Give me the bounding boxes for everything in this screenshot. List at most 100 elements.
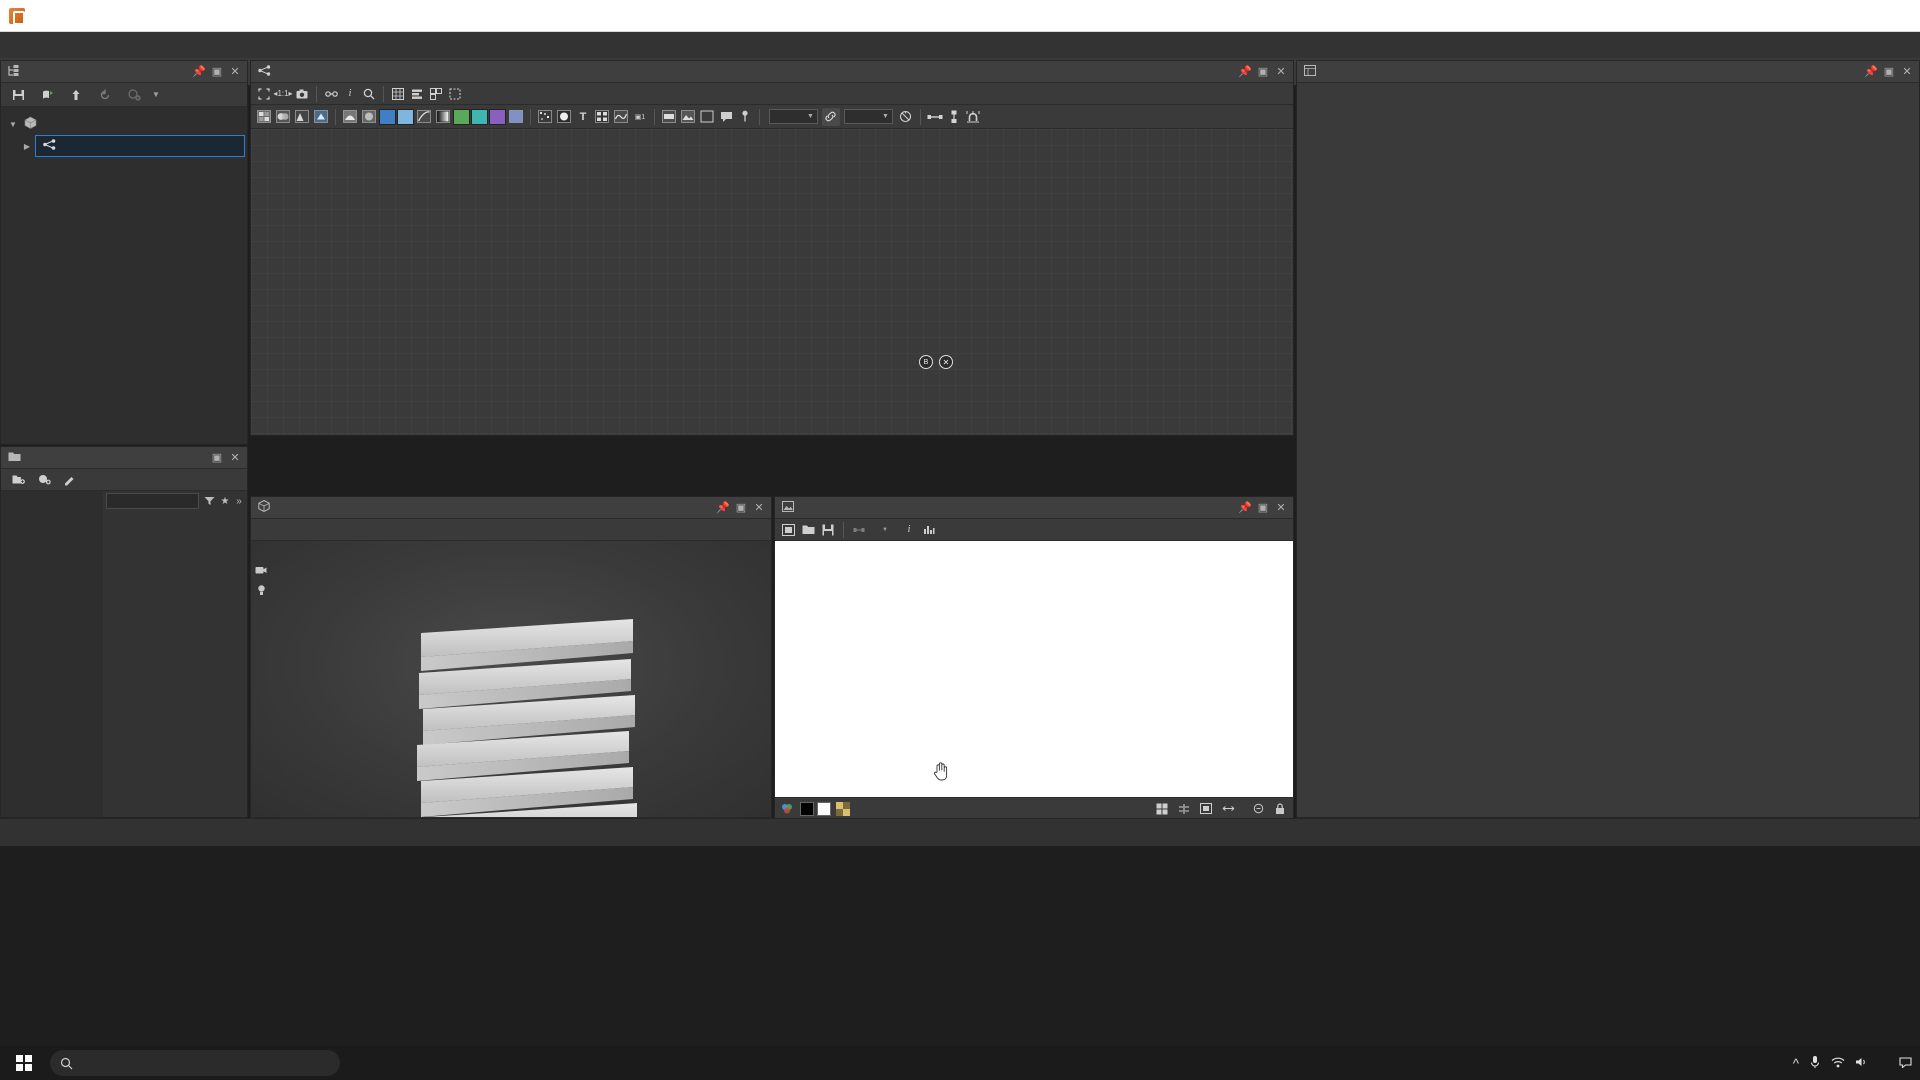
menu-edit[interactable]	[30, 41, 54, 49]
info-icon[interactable]: i	[900, 521, 918, 539]
pin-icon[interactable]: 📌	[191, 64, 207, 80]
close-button[interactable]	[1874, 0, 1920, 32]
menu-file[interactable]	[6, 41, 30, 49]
info-icon[interactable]: i	[341, 85, 359, 103]
taskbar-search-box[interactable]	[50, 1050, 340, 1076]
explorer-graph-selected[interactable]	[35, 135, 245, 157]
node-category-levels-icon[interactable]	[293, 108, 311, 126]
uv-channel-selector[interactable]: ▼	[870, 521, 898, 539]
pin-icon[interactable]: 📌	[715, 500, 731, 516]
nodes-icon[interactable]	[945, 108, 963, 126]
edit-icon[interactable]	[57, 468, 83, 492]
atomic-node-blur-icon[interactable]	[360, 108, 378, 126]
save-package-icon[interactable]	[5, 83, 31, 107]
zoom-reset-icon[interactable]	[1249, 800, 1267, 818]
atomic-node-shape-icon[interactable]	[555, 108, 573, 126]
atomic-node-filter-icon[interactable]	[660, 108, 678, 126]
frame-icon[interactable]	[446, 85, 464, 103]
color-swatch-teal-icon[interactable]	[471, 108, 488, 125]
view3d-viewport[interactable]	[251, 541, 771, 817]
more-icon[interactable]: »	[234, 489, 244, 513]
maximize-panel-icon[interactable]: ▣	[1255, 64, 1271, 80]
fit-icon[interactable]	[779, 521, 797, 539]
parent-size-width-combo[interactable]: ▼	[769, 109, 818, 124]
parent-size-height-combo[interactable]: ▼	[843, 109, 893, 124]
new-resource-icon[interactable]	[121, 83, 147, 107]
node-category-uniform-icon[interactable]	[255, 108, 273, 126]
atomic-node-warp-icon[interactable]	[612, 108, 630, 126]
align-icon[interactable]	[408, 85, 426, 103]
open-icon[interactable]	[799, 521, 817, 539]
publish-icon[interactable]	[34, 83, 60, 107]
navigate-icon[interactable]: ◂1:1▸	[273, 85, 292, 103]
search-input[interactable]	[106, 493, 199, 509]
graph-canvas[interactable]: B ✕	[251, 129, 1293, 435]
menu-tools[interactable]	[54, 41, 78, 49]
minimize-button[interactable]	[1782, 0, 1828, 32]
white-swatch-icon[interactable]	[817, 801, 831, 816]
view2d-canvas[interactable]	[775, 541, 1293, 797]
black-swatch-icon[interactable]	[800, 801, 814, 816]
pin-icon[interactable]: 📌	[1237, 64, 1253, 80]
link-icon[interactable]	[322, 85, 340, 103]
filter-icon[interactable]	[202, 489, 216, 513]
tray-chevron-icon[interactable]: ^	[1793, 1056, 1799, 1071]
network-icon[interactable]	[1831, 1056, 1845, 1071]
maximize-panel-icon[interactable]: ▣	[733, 500, 749, 516]
reset-icon[interactable]	[897, 108, 915, 126]
close-panel-icon[interactable]: ✕	[227, 64, 243, 80]
connect-icon[interactable]	[926, 108, 944, 126]
color-swatch-purple-icon[interactable]	[489, 108, 506, 125]
ratio-icon[interactable]	[1219, 800, 1237, 818]
channels-icon[interactable]	[850, 521, 868, 539]
node-category-blend-icon[interactable]	[274, 108, 292, 126]
atomic-node-gradient-icon[interactable]	[434, 108, 452, 126]
maximize-panel-icon[interactable]: ▣	[1255, 500, 1271, 516]
maximize-button[interactable]	[1828, 0, 1874, 32]
close-panel-icon[interactable]: ✕	[227, 450, 243, 466]
frame-selection-icon[interactable]	[255, 85, 273, 103]
grid-icon[interactable]	[389, 85, 407, 103]
atomic-node-curve-icon[interactable]	[415, 108, 433, 126]
node-view-badge[interactable]: ✕	[939, 355, 953, 369]
camera-icon[interactable]	[293, 85, 311, 103]
windows-start-icon[interactable]	[0, 1046, 48, 1080]
atomic-node-pin-icon[interactable]	[736, 108, 754, 126]
color-swatch-blue-icon[interactable]	[379, 108, 396, 125]
link-ratio-icon[interactable]	[821, 107, 840, 126]
close-panel-icon[interactable]: ✕	[1273, 64, 1289, 80]
pin-icon[interactable]: 📌	[1863, 64, 1879, 80]
add-folder-icon[interactable]	[5, 468, 31, 492]
magnet-snap-icon[interactable]	[964, 108, 982, 126]
save-icon[interactable]	[819, 521, 837, 539]
close-panel-icon[interactable]: ✕	[1273, 500, 1289, 516]
reload-icon[interactable]	[92, 83, 118, 107]
maximize-panel-icon[interactable]: ▣	[1881, 64, 1897, 80]
atomic-node-blend-icon[interactable]	[341, 108, 359, 126]
menu-windows[interactable]	[78, 41, 102, 49]
star-icon[interactable]: ★	[219, 489, 231, 513]
lock-icon[interactable]	[1271, 800, 1289, 818]
mic-icon[interactable]	[1809, 1055, 1821, 1072]
atomic-node-frame-icon[interactable]	[698, 108, 716, 126]
maximize-panel-icon[interactable]: ▣	[209, 450, 225, 466]
node-category-transform-icon[interactable]	[312, 108, 330, 126]
color-swatch-lightblue-icon[interactable]	[397, 108, 414, 125]
fit-view-icon[interactable]	[1197, 800, 1215, 818]
explorer-dropdown-caret-icon[interactable]: ▼	[150, 90, 162, 99]
chevron-down-icon[interactable]: ▼	[5, 120, 21, 129]
layout-icon[interactable]	[427, 85, 445, 103]
menu-help[interactable]	[102, 41, 126, 49]
atomic-node-comment-icon[interactable]	[717, 108, 735, 126]
explorer-graph-row[interactable]: ▶	[1, 135, 247, 157]
search-icon[interactable]	[360, 85, 378, 103]
atomic-node-normal-icon[interactable]	[507, 108, 525, 126]
properties-body[interactable]	[1297, 83, 1919, 817]
histogram-icon[interactable]	[920, 521, 938, 539]
compare-icon[interactable]	[1175, 800, 1193, 818]
close-panel-icon[interactable]: ✕	[751, 500, 767, 516]
export-icon[interactable]	[63, 83, 89, 107]
color-swatch-green-icon[interactable]	[453, 108, 470, 125]
volume-icon[interactable]	[1855, 1056, 1869, 1071]
chevron-right-icon[interactable]: ▶	[19, 142, 35, 151]
